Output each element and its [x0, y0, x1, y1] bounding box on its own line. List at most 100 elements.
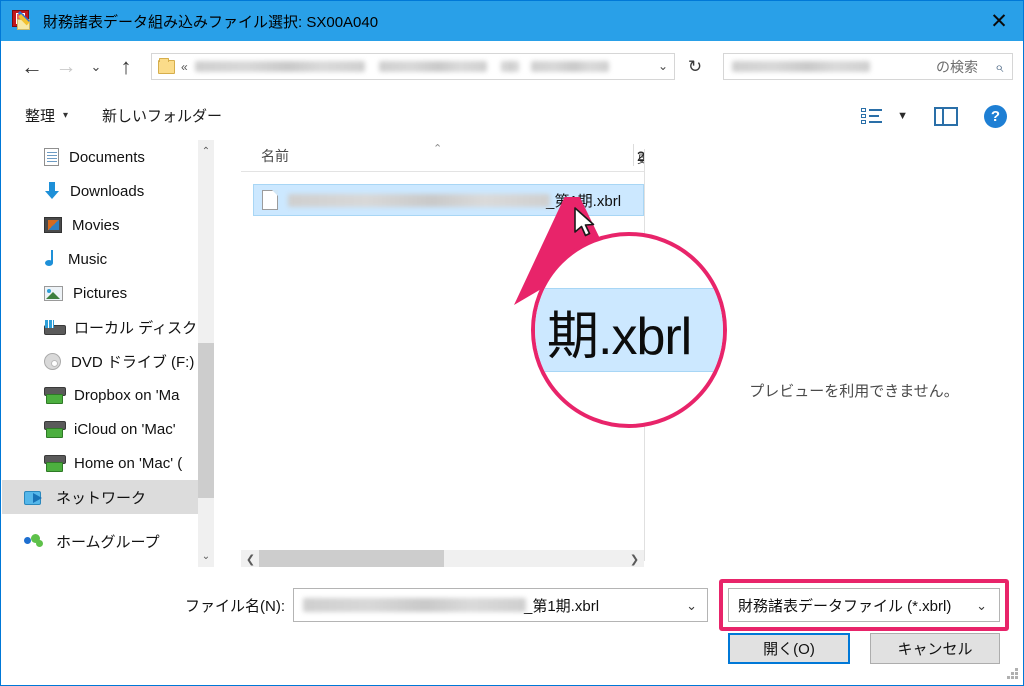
list-view-icon[interactable] — [861, 108, 883, 124]
network-drive-icon — [44, 387, 66, 404]
sidebar-item-label: Home on 'Mac' ( — [74, 454, 183, 472]
app-icon — [12, 10, 34, 32]
command-bar: 整理 ▾ 新しいフォルダー ▼ ? — [1, 92, 1023, 140]
title-bar: 財務諸表データ組み込みファイル選択: SX00A040 ✕ — [1, 1, 1023, 41]
preview-message: プレビューを利用できません。 — [749, 383, 959, 400]
back-icon[interactable]: ← — [15, 50, 49, 84]
xbrl-file-icon — [262, 190, 278, 210]
sidebar-item-label: Movies — [72, 216, 120, 234]
sidebar-item-network[interactable]: ネットワーク — [2, 480, 198, 514]
new-folder-button[interactable]: 新しいフォルダー — [102, 105, 222, 126]
filetype-value: 財務諸表データファイル (*.xbrl) — [738, 597, 952, 615]
navigation-pane: Documents Downloads Movies Music Picture… — [2, 140, 214, 567]
search-icon[interactable]: ⌕ — [995, 59, 1003, 76]
sidebar-item-label: Downloads — [70, 182, 145, 200]
breadcrumb-segment-blurred — [194, 61, 365, 72]
chevron-down-icon[interactable]: ⌄ — [976, 598, 987, 614]
organize-button[interactable]: 整理 ▾ — [25, 105, 68, 126]
chevron-down-icon: ▾ — [63, 110, 69, 121]
file-open-dialog: 財務諸表データ組み込みファイル選択: SX00A040 ✕ ← → ⌄ ↑ « … — [0, 0, 1024, 686]
dialog-footer — [2, 567, 1023, 685]
sidebar-item-label: Music — [68, 250, 108, 268]
scroll-up-icon[interactable]: ⌃ — [198, 142, 214, 160]
documents-icon — [44, 148, 59, 166]
sidebar-item-label: ネットワーク — [56, 489, 147, 507]
sidebar-item-home-on-mac[interactable]: Home on 'Mac' ( — [2, 446, 198, 480]
local-disk-icon — [44, 319, 66, 335]
up-icon[interactable]: ↑ — [109, 50, 143, 84]
filename-label: ファイル名(N): — [185, 598, 285, 615]
navigation-bar: ← → ⌄ ↑ « ⌄ ↻ の検索 ⌕ — [1, 41, 1023, 92]
scrollbar-thumb[interactable] — [198, 343, 214, 498]
sidebar-item-movies[interactable]: Movies — [2, 208, 198, 242]
magnifier-annotation: 期.xbrl — [531, 232, 727, 428]
pictures-icon — [44, 285, 63, 301]
breadcrumb-segment-blurred — [530, 61, 609, 72]
filename-input[interactable]: _第1期.xbrl ⌄ — [293, 588, 708, 622]
sidebar-item-local-disk[interactable]: ローカル ディスク (C — [2, 310, 214, 344]
network-icon — [24, 489, 46, 506]
forward-icon[interactable]: → — [49, 50, 83, 84]
open-button[interactable]: 開く(O) — [728, 633, 850, 664]
scrollbar-thumb[interactable] — [259, 550, 444, 568]
sidebar-scrollbar[interactable]: ⌃ ⌄ — [198, 140, 214, 567]
downloads-icon — [44, 182, 60, 200]
magnified-filename: 期.xbrl — [547, 308, 692, 366]
sidebar-item-dvd-drive[interactable]: DVD ドライブ (F:) ( — [2, 344, 204, 378]
arrow-cursor — [574, 207, 595, 237]
address-bar[interactable]: « ⌄ — [151, 53, 675, 80]
sidebar-item-downloads[interactable]: Downloads — [2, 174, 198, 208]
command-bar-right: ▼ ? — [861, 92, 1007, 140]
sidebar-item-label: ローカル ディスク (C — [74, 319, 214, 337]
sidebar-item-music[interactable]: Music — [2, 242, 198, 276]
column-header-name[interactable]: 名前 — [261, 146, 289, 166]
sidebar-item-label: ホームグループ — [56, 533, 160, 551]
sort-ascending-icon: ⌃ — [433, 143, 443, 155]
chevron-down-icon[interactable]: ⌄ — [658, 59, 668, 73]
column-header-row: 名前 ⌃ 更 — [241, 140, 647, 172]
chevron-down-icon[interactable]: ⌄ — [686, 598, 697, 614]
sidebar-item-documents[interactable]: Documents — [2, 140, 198, 174]
sidebar-item-label: Documents — [69, 148, 145, 166]
file-list-horizontal-scrollbar[interactable]: ❮ ❯ — [241, 549, 644, 568]
sidebar-item-label: DVD ドライブ (F:) ( — [71, 353, 204, 371]
breadcrumb-segment-blurred — [378, 61, 487, 72]
column-divider[interactable] — [633, 144, 634, 166]
preview-pane-icon[interactable] — [934, 106, 958, 126]
organize-label: 整理 — [25, 108, 56, 125]
view-options-caret-icon[interactable]: ▼ — [897, 110, 908, 122]
dvd-drive-icon — [44, 352, 61, 370]
filename-value: _第1期.xbrl — [524, 597, 600, 615]
sidebar-item-label: Pictures — [73, 284, 128, 302]
cancel-button[interactable]: キャンセル — [870, 633, 1000, 664]
movies-icon — [44, 217, 62, 233]
window-title: 財務諸表データ組み込みファイル選択: SX00A040 — [43, 13, 379, 31]
sidebar-item-icloud[interactable]: iCloud on 'Mac' — [2, 412, 198, 446]
refresh-icon[interactable]: ↻ — [681, 53, 709, 81]
filename-blurred — [303, 598, 526, 612]
filetype-dropdown[interactable]: 財務諸表データファイル (*.xbrl) ⌄ — [728, 588, 1000, 622]
homegroup-icon — [24, 533, 46, 549]
search-scope-blurred — [732, 61, 870, 72]
nav-tree: Documents Downloads Movies Music Picture… — [2, 140, 214, 558]
network-drive-icon — [44, 455, 66, 472]
music-icon — [44, 250, 58, 268]
breadcrumb-segment-blurred — [500, 61, 519, 72]
search-placeholder: の検索 — [936, 58, 978, 75]
folder-icon — [158, 57, 175, 74]
sidebar-item-dropbox[interactable]: Dropbox on 'Ma — [2, 378, 198, 412]
sidebar-item-pictures[interactable]: Pictures — [2, 276, 198, 310]
sidebar-item-label: Dropbox on 'Ma — [74, 386, 180, 404]
scroll-left-icon[interactable]: ❮ — [242, 550, 259, 568]
help-icon[interactable]: ? — [984, 104, 1007, 128]
scroll-right-icon[interactable]: ❯ — [626, 550, 643, 568]
breadcrumb-overflow[interactable]: « — [181, 60, 188, 74]
search-input[interactable]: の検索 ⌕ — [723, 53, 1013, 80]
resize-grip[interactable] — [1006, 668, 1019, 681]
sidebar-item-homegroup[interactable]: ホームグループ — [2, 524, 198, 558]
scroll-down-icon[interactable]: ⌄ — [198, 547, 214, 565]
close-icon[interactable]: ✕ — [973, 1, 1023, 41]
sidebar-item-label: iCloud on 'Mac' — [74, 420, 176, 438]
network-drive-icon — [44, 421, 66, 438]
recent-locations-icon[interactable]: ⌄ — [83, 50, 109, 84]
